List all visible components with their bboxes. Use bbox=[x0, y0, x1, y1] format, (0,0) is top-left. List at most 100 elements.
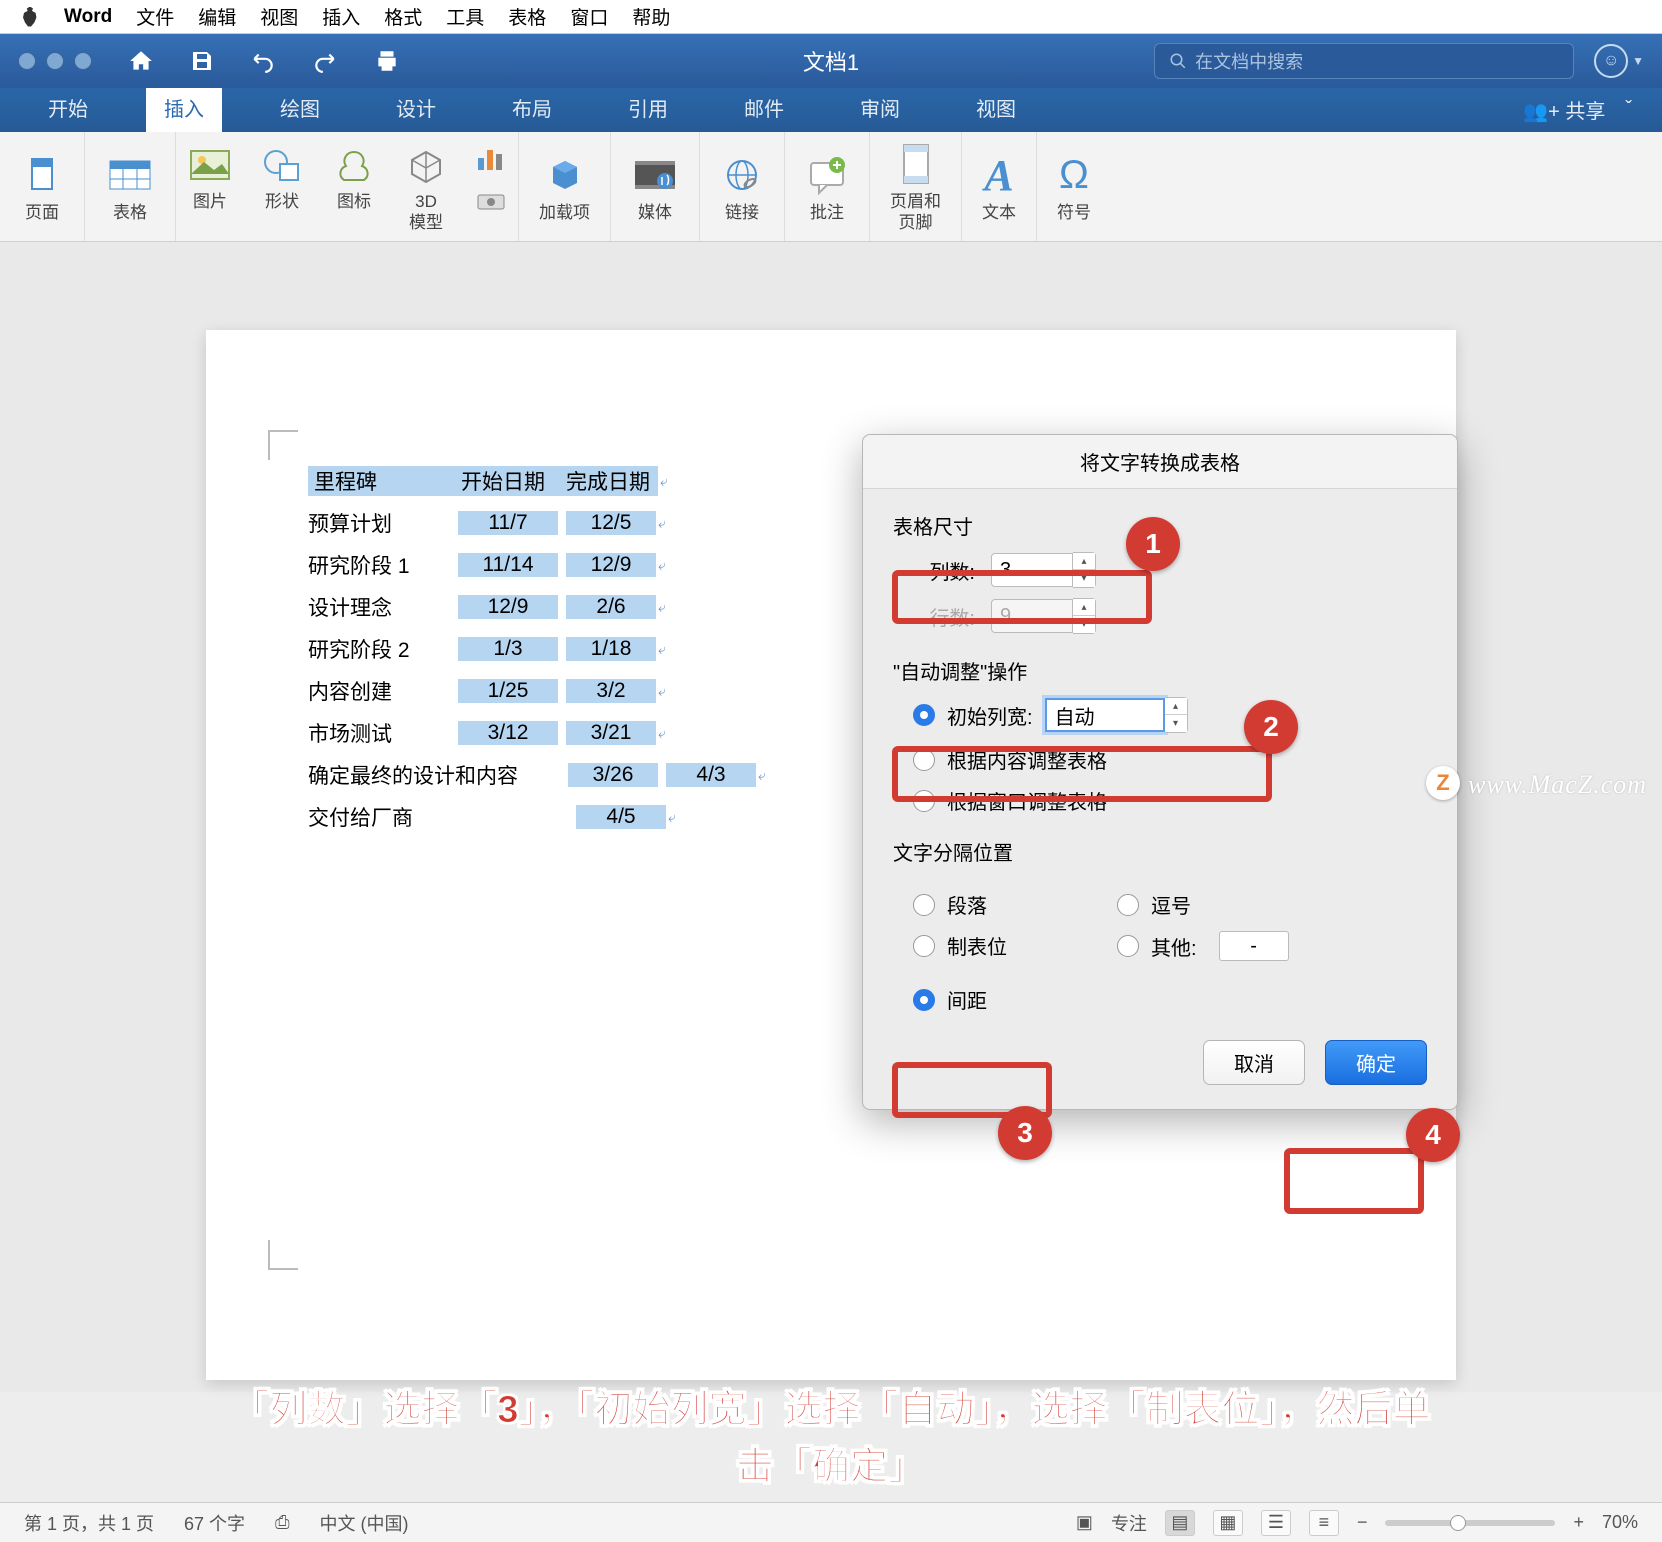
status-page[interactable]: 第 1 页，共 1 页 bbox=[24, 1510, 154, 1536]
initial-width-label: 初始列宽: bbox=[947, 701, 1033, 730]
ok-button[interactable]: 确定 bbox=[1325, 1040, 1427, 1085]
cancel-button[interactable]: 取消 bbox=[1203, 1040, 1305, 1085]
menu-table[interactable]: 表格 bbox=[508, 3, 546, 30]
ribbon-3dmodels[interactable]: 3D 模型 bbox=[404, 140, 448, 233]
tab-mailings[interactable]: 邮件 bbox=[726, 85, 802, 132]
close-window-icon[interactable] bbox=[18, 52, 36, 70]
feedback-dropdown-icon[interactable]: ▼ bbox=[1632, 54, 1644, 68]
width-down-icon[interactable]: ▾ bbox=[1165, 715, 1187, 732]
zoom-out-icon[interactable]: − bbox=[1357, 1512, 1368, 1533]
zoom-in-icon[interactable]: + bbox=[1573, 1512, 1584, 1533]
other-input[interactable] bbox=[1219, 931, 1289, 961]
radio-fit-window[interactable] bbox=[913, 790, 935, 812]
home-icon[interactable] bbox=[128, 48, 154, 74]
menu-window[interactable]: 窗口 bbox=[570, 3, 608, 30]
tab-view[interactable]: 视图 bbox=[958, 85, 1034, 132]
selected-text-block[interactable]: 里程碑 开始日期 完成日期⤶ 预算计划11/712/5⤶ 研究阶段 111/14… bbox=[300, 460, 774, 838]
ribbon-icons[interactable]: 图标 bbox=[332, 140, 376, 233]
ribbon-text[interactable]: A 文本 bbox=[962, 132, 1037, 241]
tab-review[interactable]: 审阅 bbox=[842, 85, 918, 132]
paragraph-label: 段落 bbox=[947, 890, 987, 919]
tab-insert[interactable]: 插入 bbox=[146, 85, 222, 132]
status-language[interactable]: 中文 (中国) bbox=[319, 1510, 408, 1536]
radio-paragraph[interactable] bbox=[913, 894, 935, 916]
ribbon-pictures[interactable]: 图片 bbox=[188, 140, 232, 233]
ribbon-chart[interactable] bbox=[476, 144, 506, 216]
columns-stepper[interactable]: ▴▾ bbox=[991, 552, 1096, 588]
menu-tools[interactable]: 工具 bbox=[446, 3, 484, 30]
redo-icon[interactable] bbox=[312, 48, 338, 74]
ribbon-links[interactable]: 链接 bbox=[700, 132, 785, 241]
search-input[interactable]: 在文档中搜索 bbox=[1154, 43, 1574, 79]
view-outline-icon[interactable]: ☰ bbox=[1261, 1510, 1291, 1536]
ribbon-header-footer[interactable]: 页眉和 页脚 bbox=[870, 132, 962, 241]
view-print-layout-icon[interactable]: ▤ bbox=[1165, 1510, 1195, 1536]
cell: 设计理念 bbox=[308, 592, 458, 622]
cell: 4/5 bbox=[576, 805, 666, 829]
margin-corner-tl-icon bbox=[268, 430, 298, 460]
ribbon-media[interactable]: 媒体 bbox=[611, 132, 700, 241]
zoom-value[interactable]: 70% bbox=[1602, 1512, 1638, 1533]
initial-width-input[interactable] bbox=[1045, 698, 1165, 732]
tab-layout[interactable]: 布局 bbox=[494, 85, 570, 132]
zoom-thumb-icon[interactable] bbox=[1450, 1515, 1466, 1531]
col-header-2: 开始日期 bbox=[448, 466, 558, 496]
radio-tab[interactable] bbox=[913, 935, 935, 957]
apple-logo-icon[interactable] bbox=[20, 7, 40, 27]
save-icon[interactable] bbox=[190, 49, 214, 73]
ribbon-pictures-label: 图片 bbox=[188, 192, 232, 212]
tab-design[interactable]: 设计 bbox=[378, 85, 454, 132]
ribbon-table-label: 表格 bbox=[113, 203, 147, 223]
columns-down-icon[interactable]: ▾ bbox=[1073, 570, 1095, 587]
radio-fit-content[interactable] bbox=[913, 749, 935, 771]
share-button[interactable]: 👥+ 共享 bbox=[1523, 95, 1605, 124]
minimize-window-icon[interactable] bbox=[46, 52, 64, 70]
columns-up-icon[interactable]: ▴ bbox=[1073, 553, 1095, 570]
ribbon-addins[interactable]: 加载项 bbox=[519, 132, 611, 241]
feedback-icon[interactable]: ☺ bbox=[1594, 44, 1628, 78]
radio-comma[interactable] bbox=[1117, 894, 1139, 916]
print-icon[interactable] bbox=[374, 48, 400, 74]
ribbon-tabbar: 开始 插入 绘图 设计 布局 引用 邮件 审阅 视图 👥+ 共享 ˇ bbox=[0, 88, 1662, 132]
tab-references[interactable]: 引用 bbox=[610, 85, 686, 132]
watermark-z-badge: Z bbox=[1426, 766, 1460, 800]
radio-initial-width[interactable] bbox=[913, 704, 935, 726]
ribbon-symbol[interactable]: Ω 符号 bbox=[1037, 132, 1111, 241]
radio-space[interactable] bbox=[913, 989, 935, 1011]
view-web-layout-icon[interactable]: ▦ bbox=[1213, 1510, 1243, 1536]
tab-draw[interactable]: 绘图 bbox=[262, 85, 338, 132]
rows-down-icon: ▾ bbox=[1073, 616, 1095, 633]
statusbar: 第 1 页，共 1 页 67 个字 ⎙ 中文 (中国) ▣ 专注 ▤ ▦ ☰ ≡… bbox=[0, 1502, 1662, 1542]
radio-other[interactable] bbox=[1117, 935, 1139, 957]
menu-help[interactable]: 帮助 bbox=[632, 3, 670, 30]
menu-insert[interactable]: 插入 bbox=[322, 3, 360, 30]
search-icon bbox=[1169, 52, 1187, 70]
maximize-window-icon[interactable] bbox=[74, 52, 92, 70]
status-wordcount[interactable]: 67 个字 bbox=[184, 1510, 245, 1536]
status-proofing-icon[interactable]: ⎙ bbox=[275, 1512, 289, 1533]
tab-home[interactable]: 开始 bbox=[30, 85, 106, 132]
ribbon-comment[interactable]: 批注 bbox=[785, 132, 870, 241]
screenshot-icon[interactable] bbox=[476, 191, 506, 211]
ribbon-table[interactable]: 表格 bbox=[85, 132, 176, 241]
menu-format[interactable]: 格式 bbox=[384, 3, 422, 30]
view-draft-icon[interactable]: ≡ bbox=[1309, 1510, 1339, 1536]
tutorial-caption: 「列数」选择「3」，「初始列宽」选择「自动」，选择「制表位」，然后单 击「确定」 bbox=[0, 1382, 1662, 1496]
collapse-ribbon-icon[interactable]: ˇ bbox=[1625, 98, 1632, 121]
cell: 研究阶段 1 bbox=[308, 550, 458, 580]
convert-text-to-table-dialog: 将文字转换成表格 表格尺寸 列数: ▴▾ 行数: ▴▾ "自动调整"操作 初始列… bbox=[862, 434, 1458, 1110]
app-name[interactable]: Word bbox=[64, 6, 112, 28]
ribbon-shapes[interactable]: 形状 bbox=[260, 140, 304, 233]
status-focus-icon[interactable]: ▣ bbox=[1076, 1512, 1093, 1533]
zoom-slider[interactable] bbox=[1385, 1520, 1555, 1526]
menu-view[interactable]: 视图 bbox=[260, 3, 298, 30]
ribbon-page[interactable]: 页面 bbox=[0, 132, 85, 241]
status-focus[interactable]: 专注 bbox=[1111, 1510, 1147, 1536]
columns-input[interactable] bbox=[991, 553, 1073, 587]
undo-icon[interactable] bbox=[250, 48, 276, 74]
initial-width-combo[interactable]: ▴▾ bbox=[1045, 697, 1188, 733]
menu-edit[interactable]: 编辑 bbox=[198, 3, 236, 30]
menu-file[interactable]: 文件 bbox=[136, 3, 174, 30]
width-up-icon[interactable]: ▴ bbox=[1165, 698, 1187, 715]
titlebar: 文档1 在文档中搜索 ☺ ▼ bbox=[0, 34, 1662, 88]
